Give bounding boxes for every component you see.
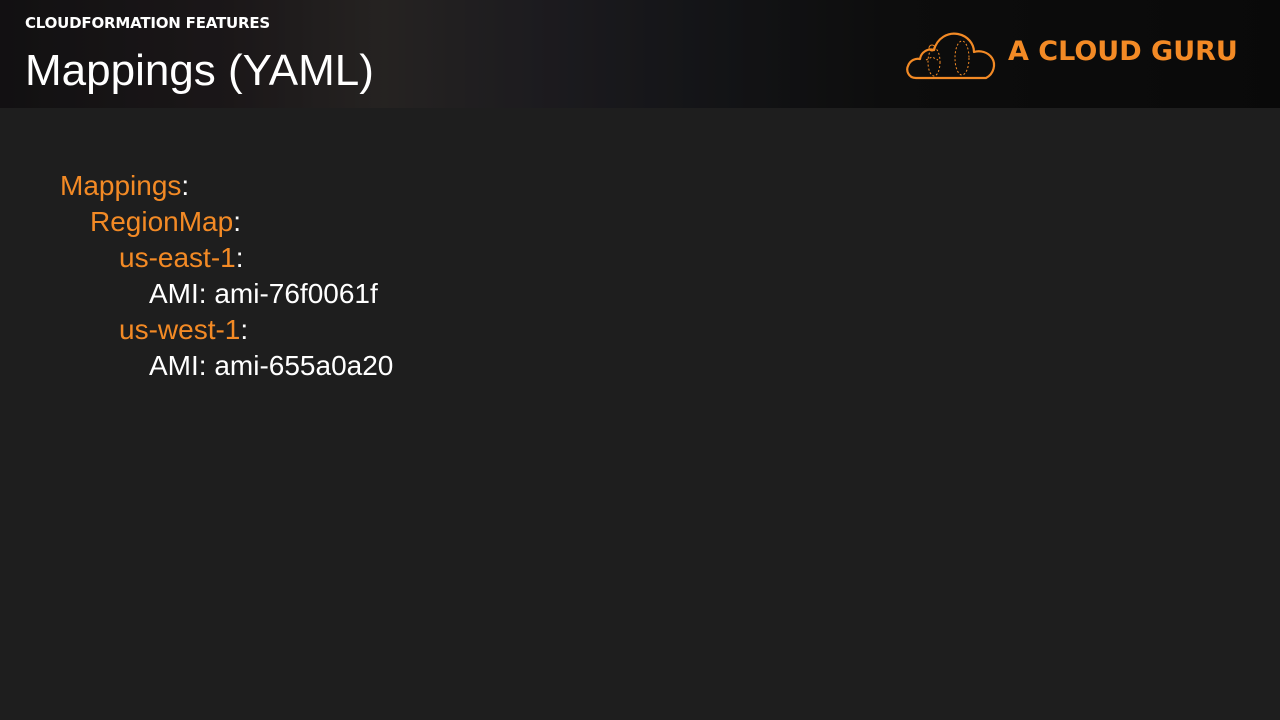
yaml-colon: : <box>235 242 244 273</box>
code-line-ami: AMI: ami-655a0a20 <box>60 348 393 384</box>
code-line-ami: AMI: ami-76f0061f <box>60 276 393 312</box>
section-kicker: CLOUDFORMATION FEATURES <box>25 14 271 32</box>
yaml-colon: : <box>240 314 249 345</box>
yaml-colon: : <box>181 170 190 201</box>
yaml-key-mappings: Mappings <box>60 170 182 201</box>
code-line-regionmap: RegionMap: <box>60 204 393 240</box>
yaml-colon: : <box>233 206 241 237</box>
code-line-mappings: Mappings: <box>60 168 393 204</box>
yaml-ami-value: AMI: ami-655a0a20 <box>149 350 394 381</box>
yaml-key-region: us-east-1 <box>119 242 236 273</box>
slide: CLOUDFORMATION FEATURES Mappings (YAML) … <box>0 0 1280 720</box>
yaml-key-region: us-west-1 <box>119 314 241 345</box>
slide-title: Mappings (YAML) <box>25 46 374 95</box>
header-banner: CLOUDFORMATION FEATURES Mappings (YAML) … <box>0 0 1280 108</box>
yaml-key-regionmap: RegionMap <box>90 206 234 237</box>
brand-logo: A CLOUD GURU <box>904 24 1244 84</box>
code-line-region: us-east-1: <box>60 240 393 276</box>
cloud-icon <box>906 32 996 80</box>
yaml-ami-value: AMI: ami-76f0061f <box>149 278 378 309</box>
yaml-code-block: Mappings: RegionMap: us-east-1: AMI: ami… <box>60 168 393 384</box>
code-line-region: us-west-1: <box>60 312 393 348</box>
brand-wordmark: A CLOUD GURU <box>1008 36 1238 67</box>
